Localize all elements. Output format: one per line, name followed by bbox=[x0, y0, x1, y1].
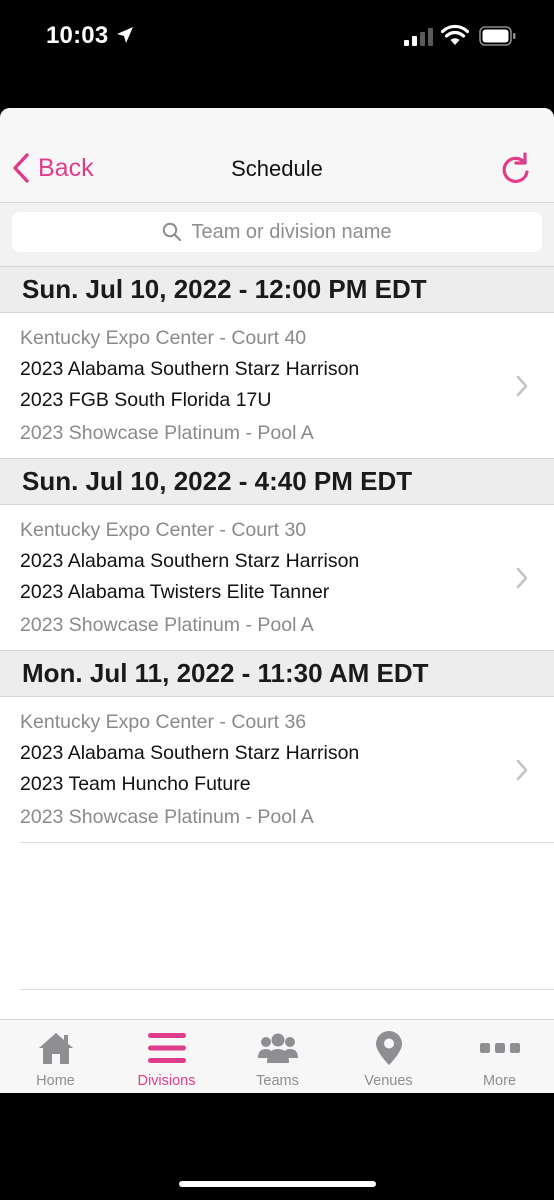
tab-venues[interactable]: Venues bbox=[333, 1020, 444, 1093]
tab-label: Divisions bbox=[137, 1073, 196, 1089]
home-icon bbox=[38, 1033, 73, 1064]
section-date: Mon. Jul 11, 2022 - 11:30 AM EDT bbox=[22, 658, 429, 688]
game-division: 2023 Showcase Platinum - Pool A bbox=[20, 422, 314, 444]
cellular-signal-icon bbox=[404, 28, 433, 46]
search-bar: Team or division name bbox=[0, 203, 554, 266]
tab-label: Venues bbox=[364, 1073, 413, 1089]
tab-label: More bbox=[482, 1073, 517, 1089]
game-venue: Kentucky Expo Center - Court 36 bbox=[20, 711, 307, 733]
search-icon bbox=[163, 222, 182, 242]
game-team-2: 2023 Alabama Twisters Elite Tanner bbox=[20, 581, 330, 603]
battery-icon bbox=[479, 26, 516, 46]
bottom-safe-area bbox=[0, 1093, 554, 1200]
list-icon bbox=[147, 1033, 186, 1063]
game-venue: Kentucky Expo Center - Court 30 bbox=[20, 519, 307, 541]
app-window: Back Schedule Team or division name Sun.… bbox=[0, 108, 554, 1093]
game-team-1: 2023 Alabama Southern Starz Harrison bbox=[20, 550, 360, 572]
section-date: Sun. Jul 10, 2022 - 4:40 PM EDT bbox=[22, 466, 413, 496]
more-dots-icon bbox=[479, 1043, 520, 1053]
section-header: Sun. Jul 10, 2022 - 4:40 PM EDT bbox=[0, 458, 554, 505]
tab-bar: Home Divisions Teams Venues More bbox=[0, 1019, 554, 1093]
section-header: Mon. Jul 11, 2022 - 11:30 AM EDT bbox=[0, 650, 554, 697]
status-time: 10:03 bbox=[46, 22, 109, 49]
status-bar: 10:03 bbox=[0, 0, 554, 108]
game-row[interactable]: Kentucky Expo Center - Court 36 2023 Ala… bbox=[0, 697, 554, 842]
row-divider bbox=[20, 842, 554, 843]
people-icon bbox=[257, 1033, 298, 1063]
chevron-right-icon bbox=[516, 375, 528, 397]
search-placeholder: Team or division name bbox=[191, 220, 392, 243]
tab-more[interactable]: More bbox=[444, 1020, 554, 1093]
game-team-1: 2023 Alabama Southern Starz Harrison bbox=[20, 742, 360, 764]
chevron-right-icon bbox=[516, 759, 528, 781]
tab-label: Home bbox=[36, 1073, 75, 1089]
location-arrow-icon bbox=[117, 27, 133, 43]
tab-home[interactable]: Home bbox=[0, 1020, 111, 1093]
page-title: Schedule bbox=[231, 156, 323, 181]
tab-divisions[interactable]: Divisions bbox=[111, 1020, 222, 1093]
game-division: 2023 Showcase Platinum - Pool A bbox=[20, 614, 314, 636]
game-team-1: 2023 Alabama Southern Starz Harrison bbox=[20, 358, 360, 380]
tab-label: Teams bbox=[256, 1073, 299, 1089]
row-divider bbox=[20, 989, 554, 990]
search-input[interactable]: Team or division name bbox=[12, 212, 542, 252]
wifi-icon bbox=[441, 24, 469, 45]
game-team-2: 2023 Team Huncho Future bbox=[20, 773, 251, 795]
tab-teams[interactable]: Teams bbox=[222, 1020, 333, 1093]
game-team-2: 2023 FGB South Florida 17U bbox=[20, 389, 272, 411]
chevron-right-icon bbox=[516, 567, 528, 589]
navigation-bar: Back Schedule bbox=[0, 108, 554, 203]
game-division: 2023 Showcase Platinum - Pool A bbox=[20, 806, 314, 828]
game-row[interactable]: Kentucky Expo Center - Court 40 2023 Ala… bbox=[0, 313, 554, 458]
game-row[interactable]: Kentucky Expo Center - Court 30 2023 Ala… bbox=[0, 505, 554, 650]
home-indicator[interactable] bbox=[179, 1181, 376, 1187]
map-pin-icon bbox=[375, 1031, 402, 1065]
refresh-icon[interactable] bbox=[500, 152, 532, 186]
game-venue: Kentucky Expo Center - Court 40 bbox=[20, 327, 307, 349]
section-header: Sun. Jul 10, 2022 - 12:00 PM EDT bbox=[0, 266, 554, 313]
section-date: Sun. Jul 10, 2022 - 12:00 PM EDT bbox=[22, 274, 427, 304]
